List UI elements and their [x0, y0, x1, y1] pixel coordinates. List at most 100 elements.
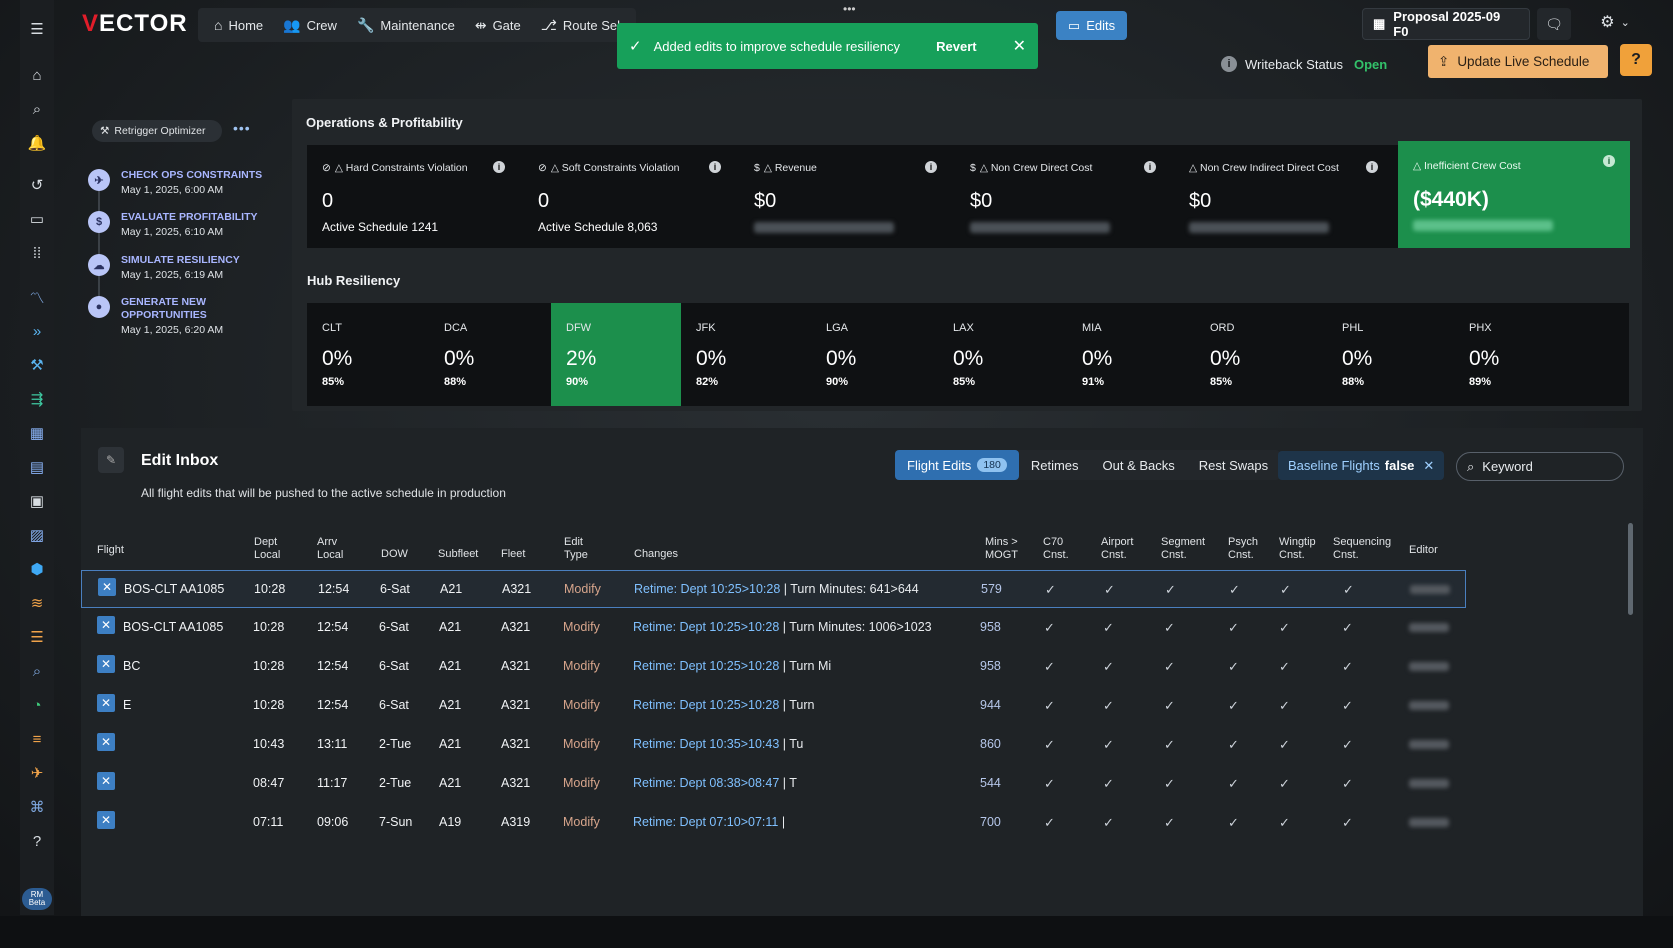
- search-icon[interactable]: ⌕: [26, 98, 48, 120]
- row-checkbox[interactable]: ✕: [98, 578, 116, 596]
- revert-button[interactable]: Revert: [936, 39, 976, 54]
- table-row[interactable]: ✕ 08:47 11:17 2-Tue A21 A321 Modify Retime: Dep…: [81, 765, 1466, 803]
- folder-icon[interactable]: ▭: [26, 208, 48, 230]
- hub-tile[interactable]: MIA 0% 91%: [1067, 303, 1195, 406]
- info-icon[interactable]: i: [1366, 161, 1378, 173]
- info-icon[interactable]: i: [925, 161, 937, 173]
- info-icon[interactable]: i: [1603, 155, 1615, 167]
- nav-maintenance[interactable]: 🔧 Maintenance: [347, 17, 465, 34]
- home-icon[interactable]: ⌂: [26, 64, 48, 86]
- column-header[interactable]: Segment Cnst.: [1161, 536, 1205, 562]
- cell-fleet: A321: [502, 582, 532, 596]
- chat-button[interactable]: 🗨: [1537, 8, 1571, 40]
- more-options-icon[interactable]: •••: [233, 120, 251, 136]
- column-header[interactable]: Flight: [97, 544, 124, 557]
- overflow-dots-icon[interactable]: •••: [843, 2, 856, 16]
- network-icon[interactable]: ⌘: [26, 796, 48, 818]
- apps-icon[interactable]: ⁞⁞: [26, 242, 48, 264]
- notification-icon[interactable]: 🔔: [26, 132, 48, 154]
- check-icon: ✓: [1044, 698, 1055, 713]
- column-header[interactable]: Subfleet: [438, 548, 478, 561]
- hub-tile[interactable]: PHX 0% 89%: [1454, 303, 1582, 406]
- check-icon: ✓: [629, 38, 642, 55]
- nav-crew[interactable]: 👥 Crew: [273, 17, 347, 34]
- tab-rest-swaps[interactable]: Rest Swaps: [1187, 450, 1280, 480]
- check-icon: ✓: [1229, 582, 1240, 597]
- column-header[interactable]: Sequencing Cnst.: [1333, 536, 1391, 562]
- row-checkbox[interactable]: ✕: [97, 616, 115, 634]
- column-header[interactable]: Mins > MOGT: [985, 536, 1018, 562]
- column-header[interactable]: Dept Local: [254, 536, 280, 562]
- column-header[interactable]: Wingtip Cnst.: [1279, 536, 1316, 562]
- chart-icon[interactable]: 〽: [26, 286, 48, 308]
- hub-tile[interactable]: DFW 2% 90%: [551, 303, 681, 406]
- chevrons-icon[interactable]: »: [26, 320, 48, 342]
- column-header[interactable]: Changes: [634, 548, 678, 561]
- writeback-value: Open: [1354, 57, 1388, 72]
- column-header[interactable]: Arrv Local: [317, 536, 343, 562]
- info-icon[interactable]: i: [1144, 161, 1156, 173]
- table-icon[interactable]: ▦: [26, 422, 48, 444]
- nav-home[interactable]: ⌂ Home: [204, 17, 273, 33]
- hammer-icon[interactable]: ⚒: [26, 354, 48, 376]
- row-checkbox[interactable]: ✕: [97, 655, 115, 673]
- tab-flight-edits[interactable]: Flight Edits 180: [895, 450, 1019, 480]
- tab-retimes[interactable]: Retimes: [1019, 450, 1091, 480]
- database-icon[interactable]: ☰: [26, 626, 48, 648]
- scrollbar[interactable]: [1628, 523, 1633, 615]
- help-circle-icon[interactable]: ?: [26, 830, 48, 852]
- monitor-icon[interactable]: ▤: [26, 456, 48, 478]
- nav-gate[interactable]: ⇹ Gate: [465, 17, 531, 34]
- magnifier-icon[interactable]: ⌕: [26, 660, 48, 682]
- proposal-selector[interactable]: ▦ Proposal 2025-09 F0: [1362, 8, 1530, 40]
- baseline-flights-filter[interactable]: Baseline Flights false ✕: [1278, 451, 1445, 480]
- row-checkbox[interactable]: ✕: [97, 811, 115, 829]
- image-icon[interactable]: ▨: [26, 524, 48, 546]
- retrigger-optimizer-button[interactable]: ⚒ Retrigger Optimizer: [92, 120, 222, 142]
- cube-icon[interactable]: ⬢: [26, 558, 48, 580]
- column-header[interactable]: C70 Cnst.: [1043, 536, 1069, 562]
- stack-icon[interactable]: ≡: [26, 728, 48, 750]
- kpi-card: ⊘ △ Hard Constraints Violation i 0 Active…: [307, 145, 523, 248]
- hub-tile[interactable]: LGA 0% 90%: [811, 303, 939, 406]
- flow-icon[interactable]: ≋: [26, 592, 48, 614]
- settings-button[interactable]: ⚙ ⌄: [1585, 6, 1645, 38]
- table-row[interactable]: ✕ 10:43 13:11 2-Tue A21 A321 Modify Retime: Dep…: [81, 726, 1466, 764]
- close-icon[interactable]: ✕: [1423, 458, 1434, 474]
- table-row[interactable]: ✕ BOS-CLT AA1085 10:28 12:54 6-Sat A21 A321 Mod…: [81, 609, 1466, 647]
- pie-icon[interactable]: ◔: [26, 694, 48, 716]
- nav-route-selection[interactable]: ⎇ Route Sel: [531, 17, 630, 34]
- hub-tile[interactable]: LAX 0% 85%: [938, 303, 1066, 406]
- info-icon[interactable]: i: [709, 161, 721, 173]
- column-header[interactable]: Edit Type: [564, 536, 588, 562]
- column-header[interactable]: Psych Cnst.: [1228, 536, 1258, 562]
- close-icon[interactable]: ✕: [1013, 36, 1026, 56]
- row-checkbox[interactable]: ✕: [97, 694, 115, 712]
- history-icon[interactable]: ↺: [26, 174, 48, 196]
- table-row[interactable]: ✕ E 10:28 12:54 6-Sat A21 A321 Modify Retime: De…: [81, 687, 1466, 725]
- keyword-search[interactable]: ⌕ Keyword: [1456, 452, 1624, 481]
- calendar-icon[interactable]: ▣: [26, 490, 48, 512]
- tab-out-and-backs[interactable]: Out & Backs: [1091, 450, 1187, 480]
- column-header[interactable]: Airport Cnst.: [1101, 536, 1133, 562]
- table-row[interactable]: ✕ BOS-CLT AA1085 10:28 12:54 6-Sat A21 A321 Mod…: [81, 570, 1466, 608]
- help-button[interactable]: ?: [1620, 44, 1652, 76]
- column-header[interactable]: Editor: [1409, 544, 1438, 557]
- menu-icon[interactable]: ☰: [26, 18, 48, 40]
- plane-icon[interactable]: ✈: [26, 762, 48, 784]
- hub-tile[interactable]: ORD 0% 85%: [1195, 303, 1323, 406]
- update-live-schedule-button[interactable]: ⇪ Update Live Schedule: [1428, 45, 1608, 78]
- hub-tile[interactable]: CLT 0% 85%: [307, 303, 435, 406]
- route-icon[interactable]: ⇶: [26, 388, 48, 410]
- column-header[interactable]: Fleet: [501, 548, 525, 561]
- table-row[interactable]: ✕ 07:11 09:06 7-Sun A19 A319 Modify Retime: Dep…: [81, 804, 1466, 842]
- hub-tile[interactable]: JFK 0% 82%: [681, 303, 809, 406]
- hub-tile[interactable]: DCA 0% 88%: [429, 303, 557, 406]
- hub-tile[interactable]: PHL 0% 88%: [1327, 303, 1455, 406]
- column-header[interactable]: DOW: [381, 548, 408, 561]
- row-checkbox[interactable]: ✕: [97, 772, 115, 790]
- edits-button[interactable]: ▭ Edits: [1056, 11, 1127, 40]
- row-checkbox[interactable]: ✕: [97, 733, 115, 751]
- table-row[interactable]: ✕ BC 10:28 12:54 6-Sat A21 A321 Modify Retime: D…: [81, 648, 1466, 686]
- info-icon[interactable]: i: [493, 161, 505, 173]
